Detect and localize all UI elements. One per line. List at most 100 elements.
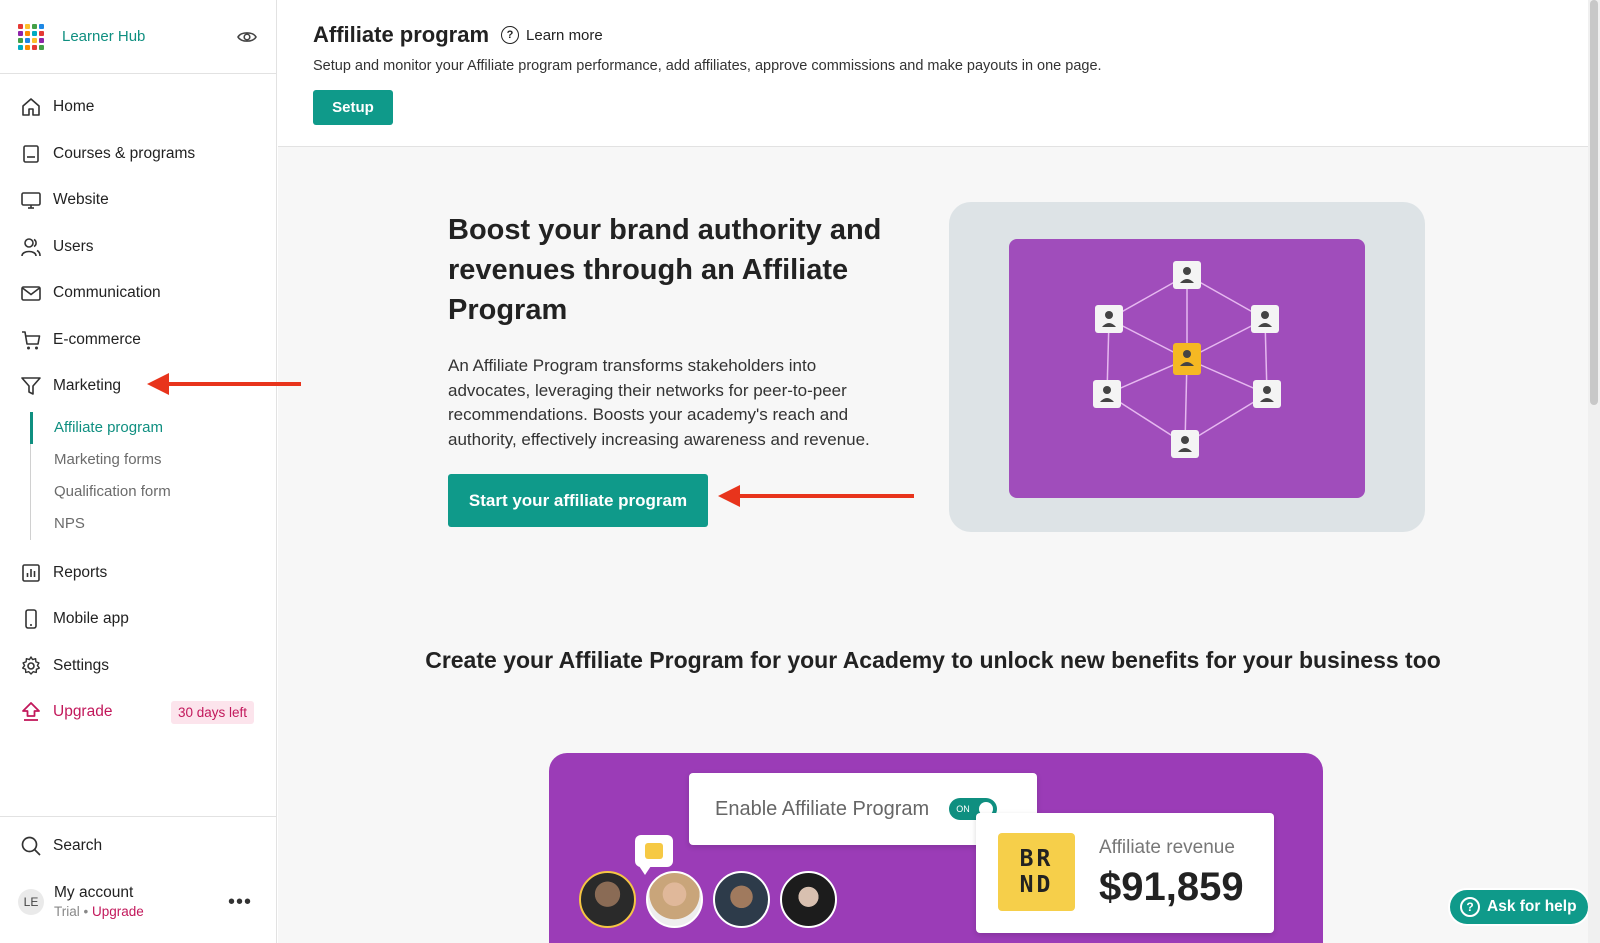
brand-header: Learner Hub [0,0,276,74]
plan-separator: • [79,904,92,920]
page-header: Affiliate program ? Learn more Setup and… [278,0,1588,147]
sidebar-item-home[interactable]: Home [0,84,276,131]
sidebar-item-label: Home [53,98,95,116]
logo-square [25,44,30,50]
logo-square [39,37,44,43]
chat-bubble-icon [635,835,673,875]
sidebar-item-label: E-commerce [53,330,141,348]
logo-square [32,30,37,36]
logo-square [32,37,37,43]
account-menu[interactable]: LE My account Trial • Upgrade ••• [0,875,276,943]
page-title: Affiliate program [313,22,490,47]
sidebar-item-label: Marketing [53,377,122,395]
sidebar-item-label: Settings [53,656,110,674]
search-label: Search [53,837,103,854]
sidebar-item-label: Communication [53,284,161,302]
sidebar-item-marketing[interactable]: Marketing [0,363,276,410]
hero-section: Boost your brand authority and revenues … [448,210,898,527]
sidebar-item-communication[interactable]: Communication [0,270,276,317]
sidebar-item-mobile-app[interactable]: Mobile app [0,596,276,643]
page-description: Setup and monitor your Affiliate program… [313,58,1102,74]
brand-name[interactable]: Learner Hub [62,28,145,45]
logo-square [25,30,30,36]
enable-affiliate-label: Enable Affiliate Program [715,797,930,820]
logo-square [39,44,44,50]
logo-square [18,30,23,36]
chart-icon [19,561,43,585]
sidebar: Learner Hub Home Courses & programs Webs… [0,0,277,943]
avatar [713,871,770,928]
sidebar-item-website[interactable]: Website [0,177,276,224]
search-icon [19,834,43,858]
logo-square [25,23,30,29]
logo-square [32,44,37,50]
sidebar-item-courses[interactable]: Courses & programs [0,131,276,178]
help-circle-icon: ? [1460,897,1480,917]
account-name: My account [54,884,134,902]
logo-square [25,37,30,43]
logo-square [32,23,37,29]
scrollbar-thumb[interactable] [1590,0,1598,405]
ask-for-help-label: Ask for help [1487,898,1577,915]
sidebar-item-label: Mobile app [53,610,129,628]
mail-icon [19,281,43,305]
start-affiliate-program-button[interactable]: Start your affiliate program [448,474,708,527]
monitor-icon [19,188,43,212]
sidebar-footer: Search LE My account Trial • Upgrade ••• [0,816,276,943]
sidebar-item-label: Users [53,237,94,255]
network-illustration [949,202,1425,532]
subnav-item-nps[interactable]: NPS [31,508,276,540]
app-grid-icon[interactable] [18,23,44,50]
affiliate-avatars [579,871,847,928]
account-upgrade-link[interactable]: Upgrade [92,904,144,919]
marketing-subnav: Affiliate program Marketing forms Qualif… [30,411,276,540]
sidebar-item-ecommerce[interactable]: E-commerce [0,317,276,364]
logo-square [18,23,23,29]
main-nav: Home Courses & programs Website Users Co… [0,74,276,736]
hero-body: An Affiliate Program transforms stakehol… [448,356,870,449]
help-circle-icon: ? [501,26,520,44]
phone-icon [19,607,43,631]
subnav-item-affiliate-program[interactable]: Affiliate program [30,411,276,444]
hero-heading: Boost your brand authority and revenues … [448,214,882,326]
sidebar-item-reports[interactable]: Reports [0,550,276,597]
avatar: LE [18,889,44,915]
avatar [646,871,703,928]
ask-for-help-button[interactable]: ? Ask for help [1448,888,1590,926]
sidebar-item-upgrade[interactable]: Upgrade 30 days left [0,689,276,736]
logo-square [18,44,23,50]
cart-icon [19,328,43,352]
sidebar-item-users[interactable]: Users [0,224,276,271]
learn-more-link[interactable]: ? Learn more [501,26,603,44]
sidebar-item-settings[interactable]: Settings [0,643,276,690]
subnav-item-qualification-form[interactable]: Qualification form [31,476,276,508]
main-content: Affiliate program ? Learn more Setup and… [278,0,1588,943]
book-icon [19,142,43,166]
sidebar-item-label: Reports [53,563,108,581]
benefits-title: Create your Affiliate Program for your A… [425,647,1441,673]
sidebar-item-label: Courses & programs [53,144,196,162]
setup-button[interactable]: Setup [313,90,393,125]
logo-square [39,30,44,36]
sidebar-item-label: Website [53,191,109,209]
network-graph [1093,261,1281,458]
sidebar-search[interactable]: Search [0,817,276,875]
logo-square [39,23,44,29]
avatar [579,871,636,928]
gear-icon [19,654,43,678]
account-text: My account Trial • Upgrade [54,883,144,921]
annotation-arrow-start-button [718,485,914,507]
trial-days-badge: 30 days left [170,700,254,724]
subnav-item-marketing-forms[interactable]: Marketing forms [31,444,276,476]
eye-icon[interactable] [236,26,258,48]
main-scrollbar[interactable] [1588,0,1600,943]
plan-label: Trial [54,904,80,920]
avatar [780,871,837,928]
more-options-icon[interactable]: ••• [228,891,252,914]
home-icon [19,95,43,119]
funnel-icon [19,374,43,398]
revenue-value: $91,859 [1099,865,1244,909]
sidebar-item-label: Upgrade [53,703,113,721]
affiliate-revenue-card: BR ND Affiliate revenue $91,859 [976,813,1274,933]
revenue-label: Affiliate revenue [1099,837,1235,858]
